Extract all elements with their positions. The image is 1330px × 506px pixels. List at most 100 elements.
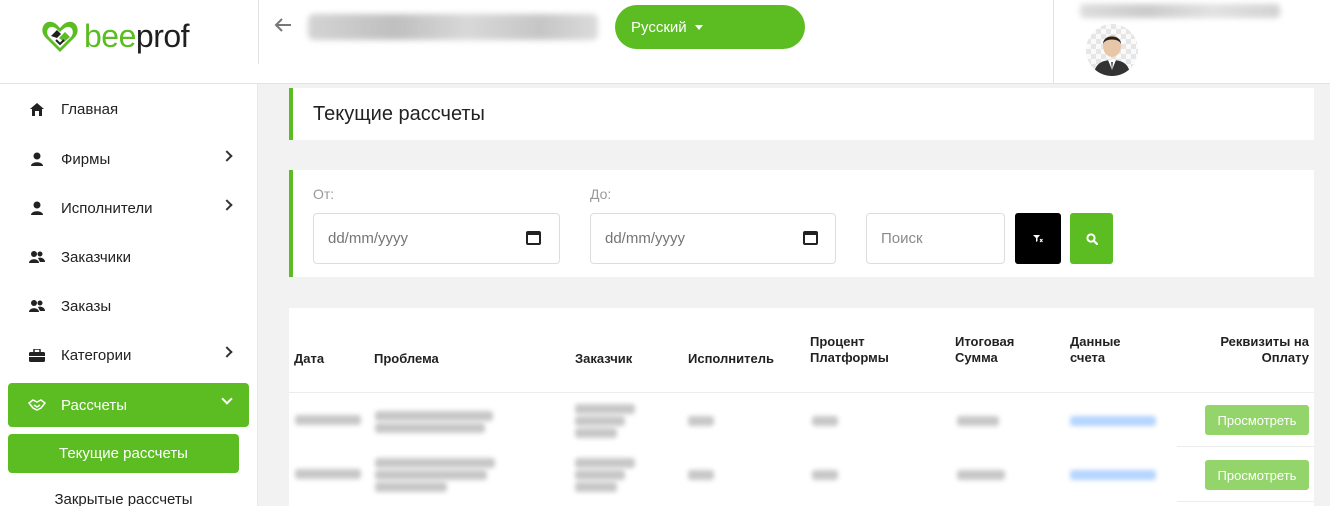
blurred-cell [575,416,625,426]
blurred-cell [957,470,1005,480]
blurred-cell [575,470,625,480]
blurred-cell [375,423,485,433]
blurred-cell [688,416,714,426]
blurred-cell [375,482,447,492]
brand-logo[interactable]: beeprof [40,16,190,56]
user-icon [28,151,46,167]
column-header-customer: Заказчик [575,351,633,366]
sidebar-item-label: Заказы [61,297,112,315]
user-divider [1053,0,1054,84]
sidebar-item-label: Главная [61,100,119,118]
search-button[interactable] [1070,213,1113,264]
blurred-page-header [308,14,598,40]
view-button[interactable]: Просмотреть [1205,460,1309,490]
sidebar-item-orders[interactable]: Заказы [8,284,249,328]
blurred-link[interactable] [1070,416,1156,426]
sidebar-subitem-closed-settlements[interactable]: Закрытые рассчеты [8,480,239,506]
blurred-cell [375,458,495,468]
users-icon [28,298,46,314]
clear-filter-button[interactable] [1015,213,1061,264]
sidebar-item-settlements[interactable]: Рассчеты [8,383,249,427]
header-line: Платформы [810,350,889,365]
blurred-cell [575,458,635,468]
column-header-platform-percent: Процент Платформы [810,334,889,366]
sidebar-item-label: Фирмы [61,150,111,168]
column-header-payment-details: Реквизиты на Оплату [1189,334,1309,366]
back-arrow-icon[interactable] [272,14,296,38]
blurred-cell [575,428,617,438]
settlements-table: Дата Проблема Заказчик Исполнитель Проце… [289,308,1314,506]
user-avatar-icon [1094,35,1130,76]
briefcase-icon [28,347,46,363]
column-header-problem: Проблема [374,351,439,366]
header-line: Процент [810,334,865,349]
language-dropdown[interactable]: Русский [615,5,805,49]
view-button[interactable]: Просмотреть [1205,405,1309,435]
search-input[interactable] [866,213,1005,264]
language-label: Русский [631,18,687,36]
chevron-right-icon [221,150,233,162]
header-line: счета [1070,350,1106,365]
sidebar-item-performers[interactable]: Исполнители [8,186,249,230]
calendar-icon[interactable] [803,231,818,245]
column-header-performer: Исполнитель [688,351,774,366]
sidebar-item-label: Категории [61,346,132,364]
blurred-user-name [1080,4,1280,18]
chevron-right-icon [221,199,233,211]
calendar-icon[interactable] [526,231,541,245]
sidebar-item-categories[interactable]: Категории [8,333,249,377]
users-icon [28,249,46,265]
sidebar-item-home[interactable]: Главная [8,87,249,131]
header-line: Оплату [1261,350,1309,365]
search-icon [1085,232,1098,245]
blurred-cell [688,470,714,480]
caret-down-icon [694,24,703,30]
blurred-cell [295,415,361,425]
brand-name: beeprof [84,17,190,54]
avatar[interactable] [1086,24,1138,76]
blurred-cell [295,469,361,479]
blurred-link[interactable] [1070,470,1156,480]
blurred-cell [812,416,838,426]
sidebar-item-firms[interactable]: Фирмы [8,137,249,181]
blurred-cell [575,404,635,414]
blurred-cell [375,470,487,480]
top-header: beeprof Русский [0,0,1330,84]
chevron-right-icon [221,346,233,358]
handshake-icon [28,397,46,413]
blurred-cell [375,411,493,421]
table-divider [1177,501,1314,502]
blurred-cell [575,482,617,492]
sidebar-item-label: Рассчеты [61,396,127,414]
sidebar: Главная Фирмы Исполнители Заказчики Зака… [0,84,258,506]
header-line: Сумма [955,350,998,365]
header-line: Итоговая [955,334,1015,349]
filter-clear-icon [1033,234,1043,242]
filter-panel: От: До: [289,170,1314,277]
header-divider [258,0,259,64]
date-to-input[interactable] [590,213,836,264]
sidebar-item-label: Исполнители [61,199,153,217]
blurred-cell [957,416,999,426]
table-divider [1177,446,1314,447]
column-header-date: Дата [294,351,325,366]
date-from-input[interactable] [313,213,560,264]
page-title-card: Текущие рассчеты [289,88,1314,140]
logo-icon [42,21,78,52]
sidebar-item-label: Заказчики [61,248,131,266]
blurred-cell [812,470,838,480]
user-icon [28,200,46,216]
sidebar-subitem-label: Закрытые рассчеты [54,491,193,506]
sidebar-subitem-current-settlements[interactable]: Текущие рассчеты [8,434,239,473]
table-divider [289,392,1314,393]
date-from-label: От: [313,186,335,202]
column-header-invoice-data: Данные счета [1070,334,1121,366]
column-header-total: Итоговая Сумма [955,334,1014,366]
sidebar-item-customers[interactable]: Заказчики [8,235,249,279]
chevron-down-icon [221,393,233,405]
sidebar-subitem-label: Текущие рассчеты [59,445,188,462]
header-line: Реквизиты на [1220,334,1309,349]
header-line: Данные [1070,334,1121,349]
date-to-label: До: [590,186,612,202]
home-icon [28,101,46,117]
